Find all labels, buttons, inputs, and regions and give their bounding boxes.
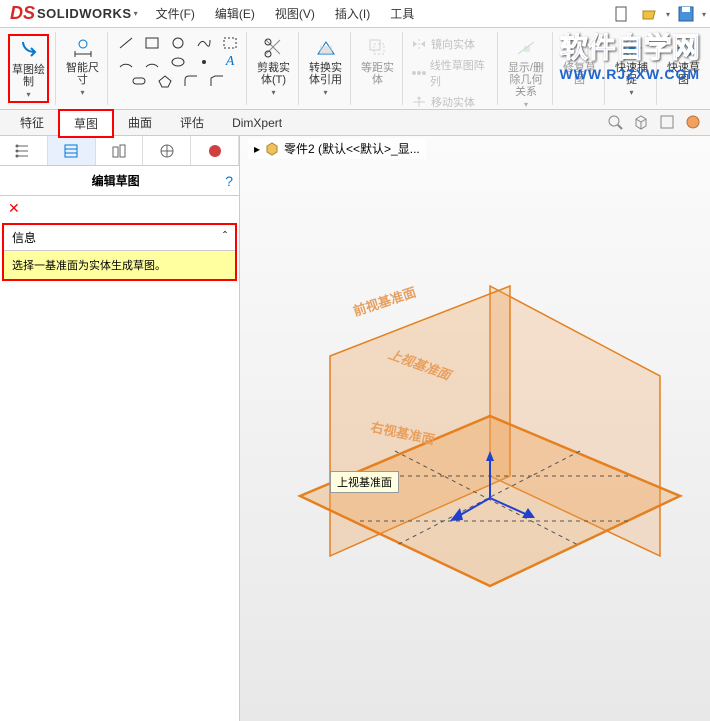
appearance-icon[interactable] bbox=[684, 113, 704, 133]
ribbon: 草图绘 制 ▾ 智能尺 寸 ▾ A bbox=[0, 28, 710, 110]
feature-tree-tab[interactable] bbox=[0, 136, 48, 165]
tab-surface[interactable]: 曲面 bbox=[114, 110, 166, 135]
ellipse-tool[interactable] bbox=[168, 53, 188, 71]
new-button[interactable] bbox=[610, 4, 634, 24]
line-tool[interactable] bbox=[116, 34, 136, 52]
arc2-tool[interactable] bbox=[142, 53, 162, 71]
mirror-button[interactable]: 镜向实体 bbox=[411, 34, 475, 54]
tab-evaluate[interactable]: 评估 bbox=[166, 110, 218, 135]
property-manager: 编辑草图 ? ✕ 信息 ˆ 选择一基准面为实体生成草图。 bbox=[0, 136, 240, 721]
part-icon bbox=[264, 141, 280, 157]
collapse-icon[interactable]: ˆ bbox=[223, 229, 227, 246]
content-area: 编辑草图 ? ✕ 信息 ˆ 选择一基准面为实体生成草图。 ▸ 零件2 (默认<<… bbox=[0, 136, 710, 721]
move-button[interactable]: 移动实体 bbox=[411, 92, 475, 112]
relations-button[interactable]: 显示/删 除几何 关系 ▾ bbox=[506, 34, 546, 111]
tab-feature[interactable]: 特征 bbox=[6, 110, 58, 135]
sketch-button[interactable]: 草图绘 制 ▾ bbox=[8, 34, 49, 103]
property-tab[interactable] bbox=[48, 136, 96, 165]
planes-3d[interactable]: 前视基准面 上视基准面 右视基准面 bbox=[260, 276, 700, 656]
config-tab[interactable] bbox=[96, 136, 144, 165]
view-cube-icon[interactable] bbox=[632, 113, 652, 133]
app-logo: DS SOLIDWORKS ▾ bbox=[4, 3, 144, 24]
menu-file[interactable]: 文件(F) bbox=[148, 3, 203, 24]
command-tabs: 特征 草图 曲面 评估 DimXpert bbox=[0, 110, 710, 136]
snap-button[interactable]: 快速捕 捉 ▾ bbox=[613, 34, 650, 99]
zoom-fit-icon[interactable] bbox=[606, 113, 626, 133]
convert-button[interactable]: 转换实 体引用 ▾ bbox=[307, 34, 344, 99]
offset-button[interactable]: 等距实 体 bbox=[359, 34, 396, 88]
spline-tool[interactable] bbox=[194, 34, 214, 52]
circle-tool[interactable] bbox=[168, 34, 188, 52]
quick-access-toolbar: ▾ ▾ bbox=[610, 4, 706, 24]
tab-sketch[interactable]: 草图 bbox=[58, 109, 114, 138]
text-tool[interactable]: A bbox=[220, 53, 240, 71]
close-icon[interactable]: ✕ bbox=[0, 196, 239, 221]
dimxpert-tab[interactable] bbox=[143, 136, 191, 165]
appearance-tab[interactable] bbox=[191, 136, 239, 165]
fillet-tool[interactable] bbox=[181, 72, 201, 90]
tab-dimxpert[interactable]: DimXpert bbox=[218, 112, 296, 134]
menu-edit[interactable]: 编辑(E) bbox=[207, 3, 263, 24]
panel-title: 编辑草图 bbox=[92, 172, 140, 189]
menu-tools[interactable]: 工具 bbox=[382, 3, 422, 24]
menu-view[interactable]: 视图(V) bbox=[267, 3, 323, 24]
display-style-icon[interactable] bbox=[658, 113, 678, 133]
select-rect-tool[interactable] bbox=[220, 34, 240, 52]
help-icon[interactable]: ? bbox=[225, 173, 233, 189]
rect-tool[interactable] bbox=[142, 34, 162, 52]
plane-tooltip: 上视基准面 bbox=[330, 471, 399, 493]
rapid-sketch-button[interactable]: 快速草 图 bbox=[665, 34, 702, 88]
repair-button[interactable]: 修复草 图 bbox=[561, 34, 598, 88]
graphics-area[interactable]: ▸ 零件2 (默认<<默认>_显... 前视基准面 上视基准面 bbox=[240, 136, 710, 721]
smart-dimension-button[interactable]: 智能尺 寸 ▾ bbox=[64, 34, 101, 99]
point-tool[interactable] bbox=[194, 53, 214, 71]
info-text: 选择一基准面为实体生成草图。 bbox=[4, 251, 235, 279]
trim-button[interactable]: 剪裁实 体(T) ▾ bbox=[255, 34, 292, 99]
breadcrumb[interactable]: ▸ 零件2 (默认<<默认>_显... bbox=[248, 138, 426, 159]
expand-icon[interactable]: ▸ bbox=[254, 142, 260, 156]
linear-pattern-button[interactable]: 线性草图阵列 bbox=[411, 55, 491, 91]
slot-tool[interactable] bbox=[129, 72, 149, 90]
menu-insert[interactable]: 插入(I) bbox=[327, 3, 378, 24]
open-button[interactable] bbox=[638, 4, 662, 24]
polygon-tool[interactable] bbox=[155, 72, 175, 90]
info-header-label: 信息 bbox=[12, 229, 36, 246]
front-plane-label: 前视基准面 bbox=[351, 284, 417, 318]
arc-tool[interactable] bbox=[116, 53, 136, 71]
save-button[interactable] bbox=[674, 4, 698, 24]
info-panel: 信息 ˆ 选择一基准面为实体生成草图。 bbox=[2, 223, 237, 281]
chamfer-tool[interactable] bbox=[207, 72, 227, 90]
menubar: DS SOLIDWORKS ▾ 文件(F) 编辑(E) 视图(V) 插入(I) … bbox=[0, 0, 710, 28]
